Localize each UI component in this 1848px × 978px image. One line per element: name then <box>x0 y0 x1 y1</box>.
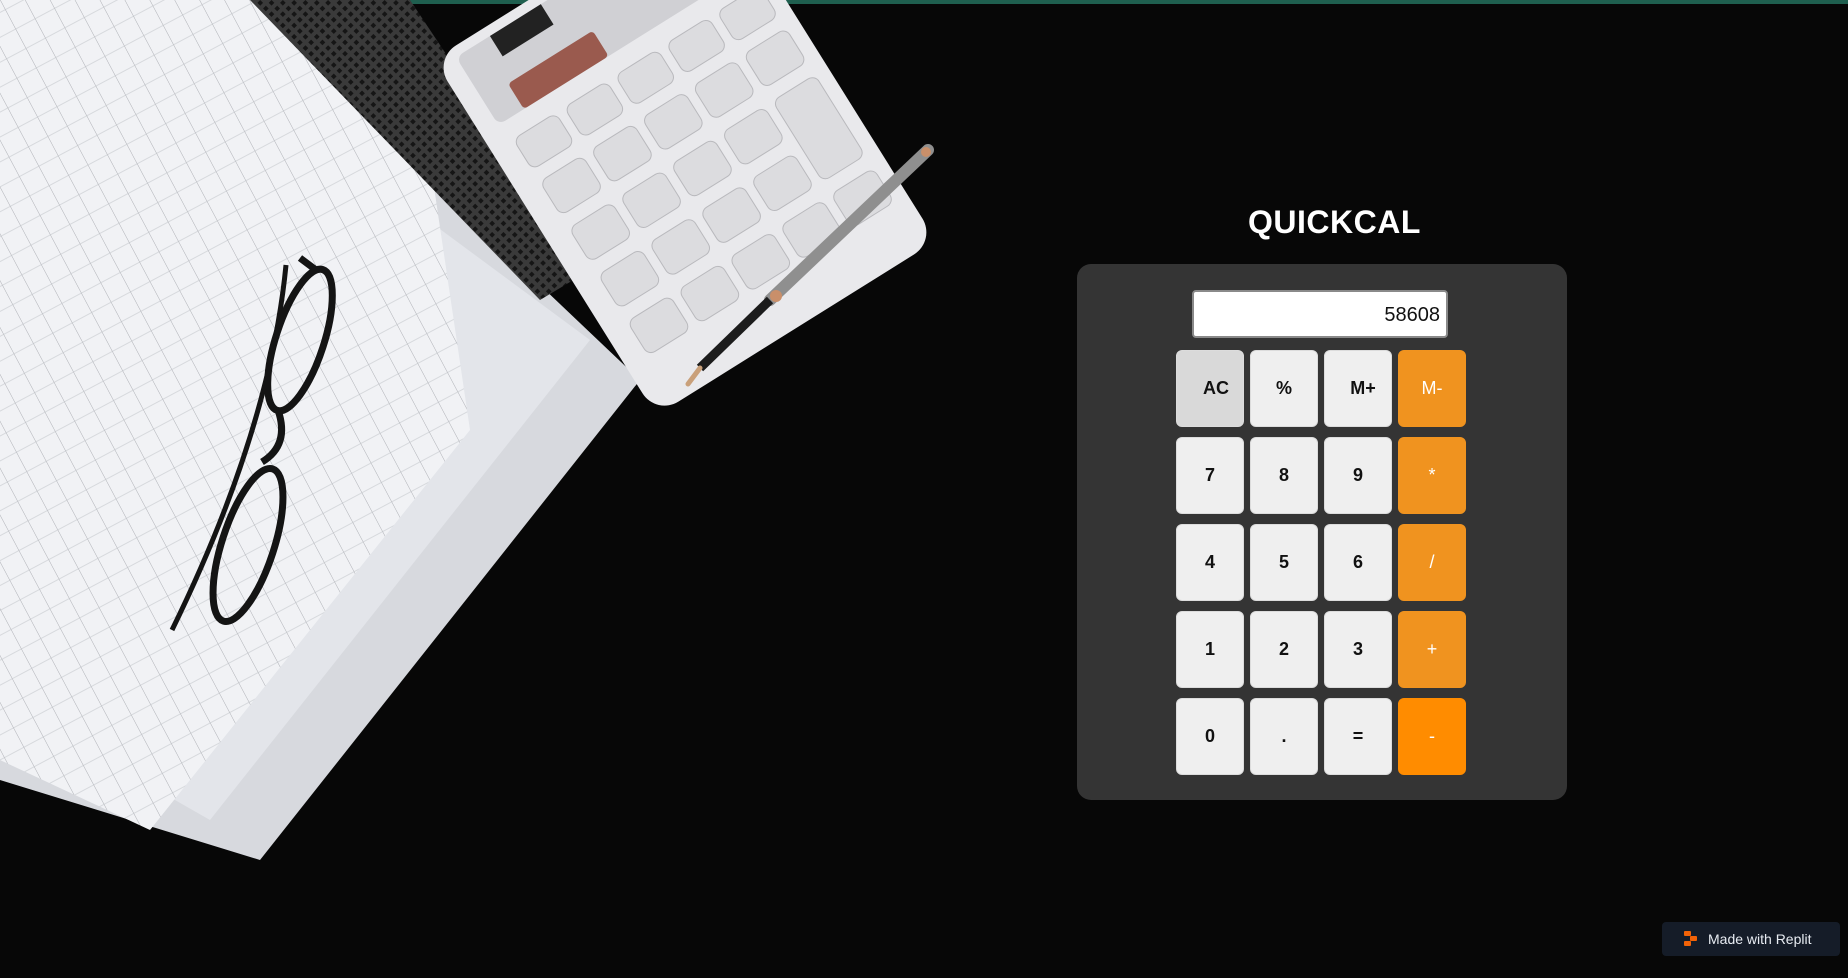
memory-subtract-button[interactable]: M- <box>1398 350 1466 427</box>
divide-button[interactable]: / <box>1398 524 1466 601</box>
digit-6-button[interactable]: 6 <box>1324 524 1392 601</box>
calculator-panel: 58608 AC % M+ M- 7 8 9 * 4 5 6 / 1 2 3 +… <box>1077 264 1567 800</box>
add-button[interactable]: + <box>1398 611 1466 688</box>
digit-5-button[interactable]: 5 <box>1250 524 1318 601</box>
badge-label: Made with Replit <box>1708 931 1812 947</box>
keypad: AC % M+ M- 7 8 9 * 4 5 6 / 1 2 3 + 0 . =… <box>1176 350 1466 775</box>
memory-add-button[interactable]: M+ <box>1324 350 1392 427</box>
digit-3-button[interactable]: 3 <box>1324 611 1392 688</box>
digit-7-button[interactable]: 7 <box>1176 437 1244 514</box>
digit-4-button[interactable]: 4 <box>1176 524 1244 601</box>
digit-8-button[interactable]: 8 <box>1250 437 1318 514</box>
clear-button[interactable]: AC <box>1176 350 1244 427</box>
decimal-button[interactable]: . <box>1250 698 1318 775</box>
digit-2-button[interactable]: 2 <box>1250 611 1318 688</box>
digit-1-button[interactable]: 1 <box>1176 611 1244 688</box>
calculator-display[interactable]: 58608 <box>1192 290 1448 338</box>
app-title: QUICKCAL <box>1248 204 1421 240</box>
subtract-button[interactable]: - <box>1398 698 1466 775</box>
digit-0-button[interactable]: 0 <box>1176 698 1244 775</box>
replit-logo-icon <box>1684 931 1700 947</box>
made-with-replit-badge[interactable]: Made with Replit <box>1662 922 1840 956</box>
percent-button[interactable]: % <box>1250 350 1318 427</box>
background-photo <box>0 0 960 900</box>
digit-9-button[interactable]: 9 <box>1324 437 1392 514</box>
multiply-button[interactable]: * <box>1398 437 1466 514</box>
equals-button[interactable]: = <box>1324 698 1392 775</box>
